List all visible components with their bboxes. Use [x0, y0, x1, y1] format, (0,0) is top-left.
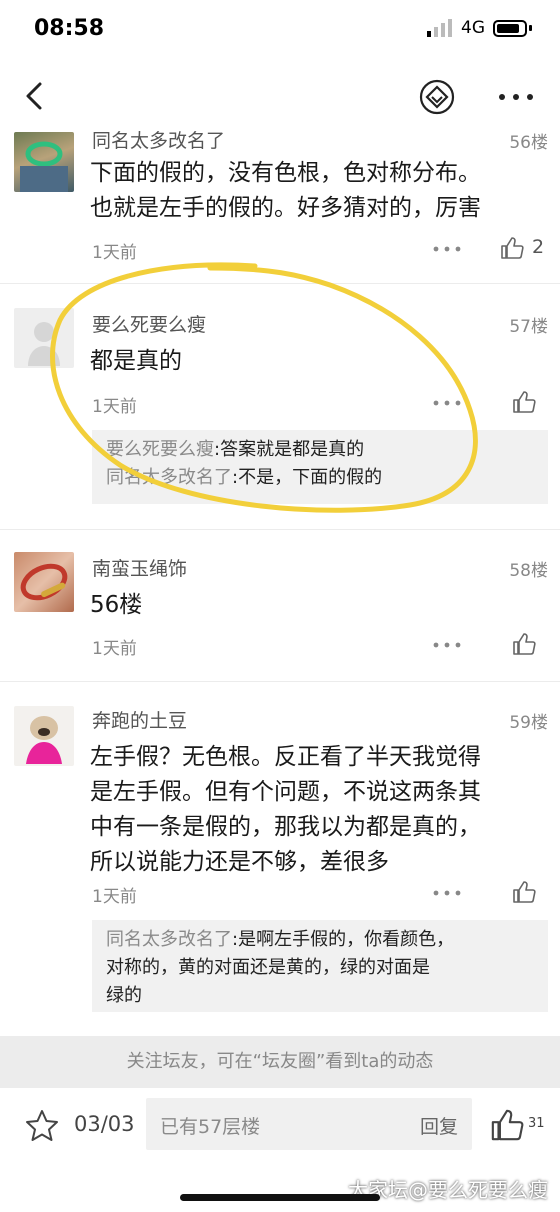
more-dots-icon[interactable] — [432, 640, 462, 650]
thumbs-up-icon[interactable] — [500, 236, 524, 260]
sub-reply-author[interactable]: 同名太多改名了 — [106, 467, 232, 488]
floor-number: 58楼 — [509, 561, 548, 581]
status-icons: 4G — [427, 18, 532, 38]
content-line: 中有一条是假的，那我以为都是真的， — [90, 814, 481, 840]
more-dots-icon[interactable] — [432, 244, 462, 254]
reply-input[interactable]: 已有57层楼 回复 — [146, 1098, 472, 1150]
post-time: 1天前 — [92, 639, 137, 659]
chevron-left-icon[interactable] — [18, 78, 54, 114]
reply-button[interactable]: 回复 — [420, 1112, 458, 1139]
status-time: 08:58 — [34, 16, 105, 41]
like-count: 2 — [532, 236, 545, 258]
total-likes: 31 — [528, 1116, 545, 1131]
sub-reply-text: :不是，下面的假的 — [232, 467, 383, 488]
username[interactable]: 要么死要么瘦 — [92, 310, 206, 337]
default-avatar-icon — [28, 322, 60, 366]
bracelet-photo — [20, 141, 68, 192]
battery-tip — [529, 25, 532, 31]
content-line: 都是真的 — [90, 348, 182, 374]
post-time: 1天前 — [92, 397, 137, 417]
sub-reply-author[interactable]: 同名太多改名了 — [106, 929, 232, 950]
home-indicator[interactable] — [180, 1194, 380, 1201]
post-content: 都是真的 — [90, 344, 546, 379]
floor-item: 奔跑的土豆 59楼 左手假？无色根。反正看了半天我觉得 是左手假。但有个问题，不… — [0, 682, 560, 1036]
post-content: 下面的假的，没有色根，色对称分布。 也就是左手的假的。好多猜对的，厉害 — [90, 156, 546, 226]
post-time: 1天前 — [92, 243, 137, 263]
bangle-photo — [20, 563, 68, 601]
thumbs-up-icon[interactable] — [512, 632, 536, 656]
avatar[interactable] — [14, 132, 74, 192]
more-dots-icon[interactable] — [496, 84, 536, 110]
more-dots-icon[interactable] — [432, 398, 462, 408]
thumbs-up-icon[interactable] — [490, 1108, 524, 1142]
signal-icon — [427, 19, 452, 37]
avatar[interactable] — [14, 308, 74, 368]
reply-placeholder: 已有57层楼 — [160, 1116, 261, 1138]
floor-item: 要么死要么瘦 57楼 都是真的 1天前 要么死要么瘦:答案就是都是真的 同名太多… — [0, 284, 560, 530]
floor-number: 56楼 — [509, 133, 548, 153]
page-indicator[interactable]: 03/03 — [74, 1112, 135, 1136]
content-line: 所以说能力还是不够，差很多 — [90, 849, 389, 875]
sub-reply-text: :是啊左手假的，你看颜色， — [232, 929, 455, 950]
post-time: 1天前 — [92, 887, 137, 907]
battery-icon — [493, 19, 527, 37]
sub-replies: 要么死要么瘦:答案就是都是真的 同名太多改名了:不是，下面的假的 — [92, 430, 548, 504]
thumbs-up-icon[interactable] — [512, 390, 536, 414]
sub-reply[interactable]: 同名太多改名了:是啊左手假的，你看颜色， — [106, 926, 534, 954]
username[interactable]: 南蛮玉绳饰 — [92, 554, 187, 581]
thumbs-up-icon[interactable] — [512, 880, 536, 904]
content-line: 下面的假的，没有色根，色对称分布。 — [90, 160, 481, 186]
star-icon[interactable] — [24, 1108, 60, 1144]
floor-item: 同名太多改名了 56楼 下面的假的，没有色根，色对称分布。 也就是左手的假的。好… — [0, 130, 560, 284]
username[interactable]: 同名太多改名了 — [92, 126, 225, 153]
content-line: 也就是左手的假的。好多猜对的，厉害 — [90, 195, 481, 221]
follow-tip[interactable]: 关注坛友，可在“坛友圈”看到ta的动态 — [0, 1036, 560, 1088]
content-line: 56楼 — [90, 592, 143, 618]
pug-photo — [26, 716, 62, 764]
sub-reply-author[interactable]: 要么死要么瘦 — [106, 439, 214, 460]
sub-reply[interactable]: 同名太多改名了:不是，下面的假的 — [106, 464, 534, 492]
nav-bar — [0, 60, 560, 132]
floor-number: 59楼 — [509, 713, 548, 733]
avatar[interactable] — [14, 552, 74, 612]
network-label: 4G — [461, 18, 485, 38]
username[interactable]: 奔跑的土豆 — [92, 706, 187, 733]
sub-reply[interactable]: 要么死要么瘦:答案就是都是真的 — [106, 436, 534, 464]
floor-item: 南蛮玉绳饰 58楼 56楼 1天前 — [0, 530, 560, 682]
sub-reply-continued: 绿的 — [106, 985, 142, 1006]
diamond-badge-icon[interactable] — [418, 78, 456, 116]
content-line: 左手假？无色根。反正看了半天我觉得 — [90, 744, 481, 770]
sub-replies: 同名太多改名了:是啊左手假的，你看颜色， 对称的，黄的对面还是黄的，绿的对面是 … — [92, 920, 548, 1012]
status-bar: 08:58 4G — [0, 0, 560, 60]
content-line: 是左手假。但有个问题，不说这两条其 — [90, 779, 481, 805]
sub-reply-text: :答案就是都是真的 — [214, 439, 365, 460]
bottom-bar: 03/03 已有57层楼 回复 31 大家坛@要么死要么瘦 — [0, 1088, 560, 1212]
sub-reply-continued: 对称的，黄的对面还是黄的，绿的对面是 — [106, 957, 430, 978]
floor-number: 57楼 — [509, 317, 548, 337]
more-dots-icon[interactable] — [432, 888, 462, 898]
post-content: 56楼 — [90, 588, 546, 623]
avatar[interactable] — [14, 706, 74, 766]
post-content: 左手假？无色根。反正看了半天我觉得 是左手假。但有个问题，不说这两条其 中有一条… — [90, 740, 546, 880]
